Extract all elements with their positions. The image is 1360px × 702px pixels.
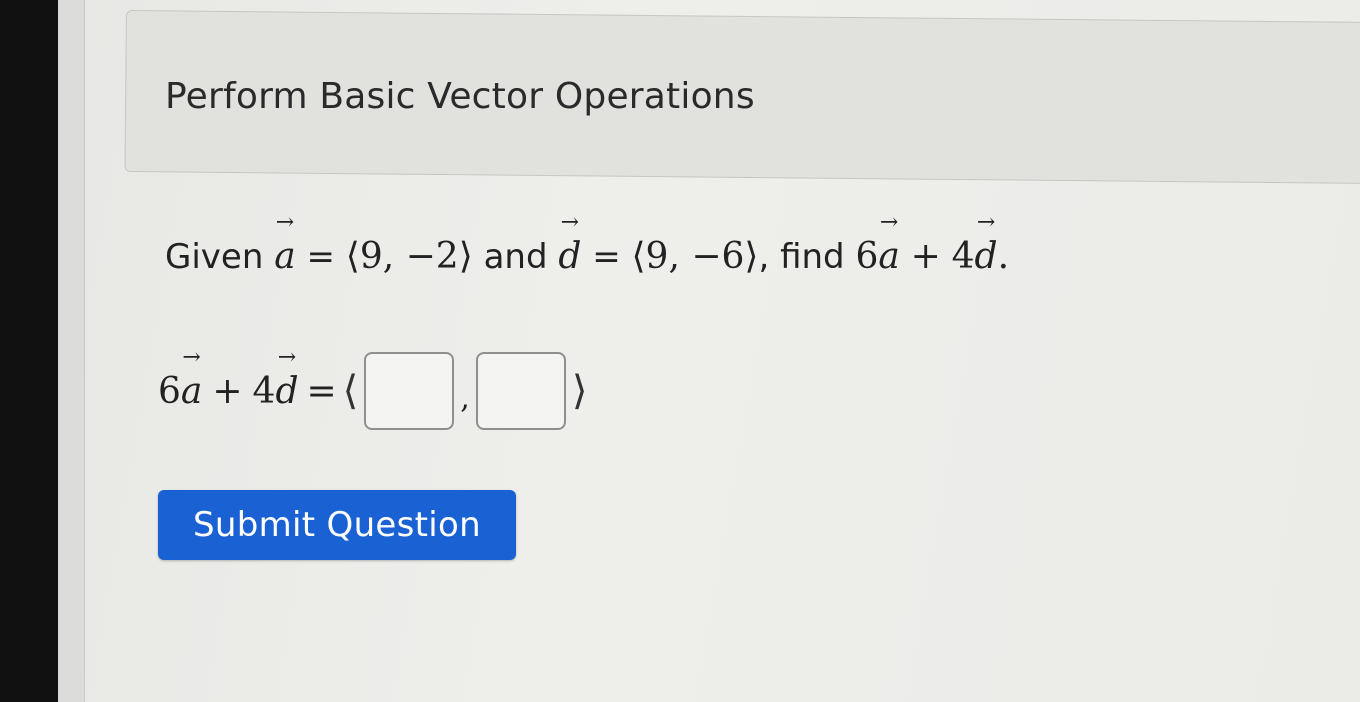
answer-vector-d: → d	[275, 344, 299, 412]
vector-a-value: ⟨9, −2⟩	[345, 236, 473, 277]
vector-d-value: ⟨9, −6⟩	[631, 236, 759, 277]
question-coef-d: 4	[951, 236, 975, 277]
page-title: Perform Basic Vector Operations	[165, 76, 755, 117]
left-dark-edge	[0, 0, 58, 702]
question-equals: =	[306, 237, 335, 277]
answer-row: 6 → a + 4 → d = ⟨ , ⟩	[158, 346, 593, 436]
answer-plus: +	[212, 370, 243, 412]
question-coef-a: 6	[855, 236, 879, 277]
open-angle-bracket: ⟨	[342, 368, 359, 414]
answer-equals: =	[306, 370, 337, 412]
answer-x-input[interactable]	[364, 352, 455, 430]
question-find-word: , find	[758, 237, 845, 277]
question-and-word: and	[483, 237, 548, 277]
vector-a-symbol: → a	[274, 210, 296, 278]
question-plus: +	[910, 236, 941, 277]
answer-vector-a: → a	[180, 344, 203, 412]
vector-d-symbol-target: → d	[974, 210, 998, 278]
vector-d-symbol: → d	[558, 210, 582, 278]
vector-arrow-icon: →	[277, 344, 297, 370]
answer-coef-a: 6	[158, 370, 181, 412]
vector-arrow-icon: →	[275, 210, 295, 235]
answer-separator: ,	[460, 380, 470, 416]
vector-arrow-icon: →	[879, 210, 899, 235]
vector-arrow-icon: →	[976, 210, 996, 235]
window-frame-strip	[58, 0, 85, 702]
question-equals-2: =	[592, 237, 621, 277]
question-given-word: Given	[165, 237, 264, 277]
close-angle-bracket: ⟩	[571, 368, 588, 414]
question-period: .	[997, 236, 1010, 277]
answer-coef-d: 4	[252, 370, 276, 412]
vector-a-symbol-target: → a	[878, 210, 900, 278]
vector-arrow-icon: →	[560, 210, 580, 235]
answer-y-input[interactable]	[475, 352, 566, 430]
submit-question-button[interactable]: Submit Question	[158, 490, 516, 560]
question-text: Given → a = ⟨9, −2⟩ and → d = ⟨9, −6⟩, fin…	[165, 210, 1010, 278]
vector-arrow-icon: →	[182, 344, 201, 370]
